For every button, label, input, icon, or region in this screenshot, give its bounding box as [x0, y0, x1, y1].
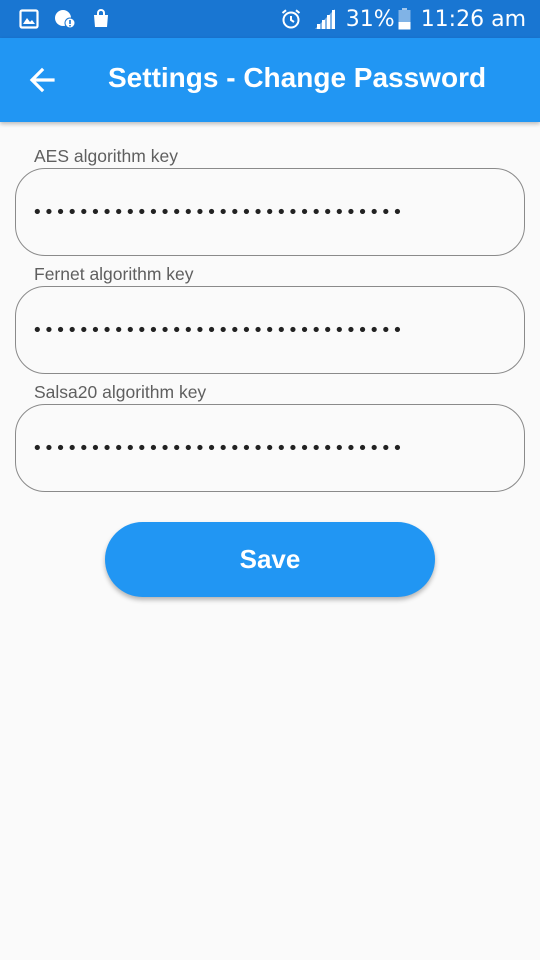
signal-icon	[312, 7, 338, 31]
fernet-key-field[interactable]: Fernet algorithm key	[15, 264, 525, 374]
salsa20-key-input[interactable]	[32, 430, 502, 466]
salsa20-key-label: Salsa20 algorithm key	[26, 382, 215, 403]
back-button[interactable]	[22, 60, 62, 100]
status-system-icons: 31% 11:26 am	[280, 0, 526, 38]
shopping-bag-icon	[90, 7, 112, 31]
arrow-back-icon	[29, 67, 55, 93]
app-bar: Settings - Change Password	[0, 38, 540, 122]
chat-alert-icon	[54, 7, 76, 31]
alarm-icon	[280, 7, 302, 31]
fernet-key-input[interactable]	[32, 312, 502, 348]
fernet-key-label: Fernet algorithm key	[26, 264, 202, 285]
gallery-icon	[18, 7, 40, 31]
battery-icon	[397, 7, 413, 31]
status-notification-icons	[18, 7, 112, 31]
status-time: 11:26 am	[420, 6, 526, 32]
save-button[interactable]: Save	[105, 522, 435, 597]
battery-percent: 31%	[345, 6, 395, 32]
status-bar: 31% 11:26 am	[0, 0, 540, 38]
page-title: Settings - Change Password	[108, 62, 487, 93]
aes-key-label: AES algorithm key	[26, 146, 186, 167]
aes-key-input[interactable]	[32, 194, 502, 230]
salsa20-key-field[interactable]: Salsa20 algorithm key	[15, 382, 525, 492]
aes-key-field[interactable]: AES algorithm key	[15, 146, 525, 256]
